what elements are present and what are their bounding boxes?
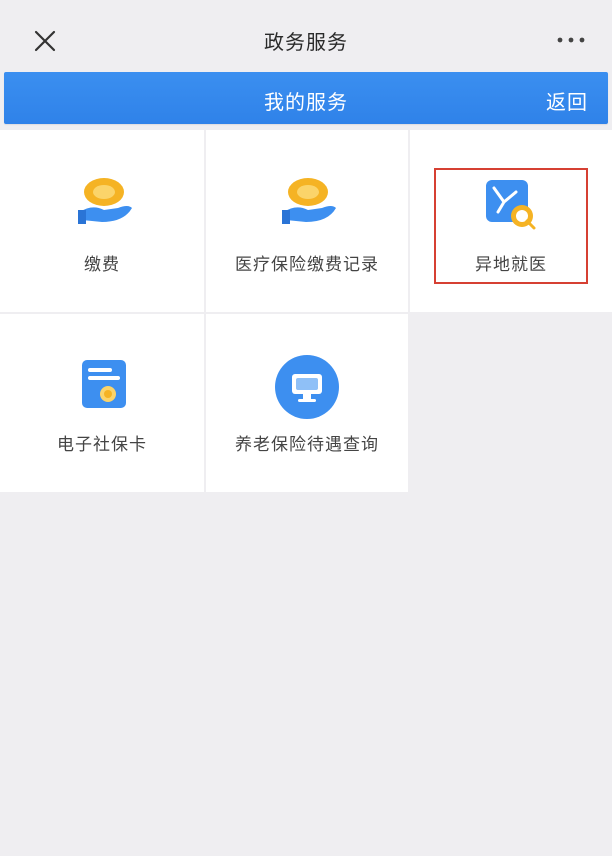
service-tile-medical-record[interactable]: 医疗保险缴费记录 bbox=[206, 130, 408, 312]
window-title: 政务服务 bbox=[264, 30, 348, 54]
service-tile-social-card[interactable]: 电子社保卡 bbox=[0, 314, 204, 492]
hand-coin-icon bbox=[78, 178, 132, 224]
service-tile-pension-query[interactable]: 养老保险待遇查询 bbox=[206, 314, 408, 492]
service-label: 医疗保险缴费记录 bbox=[235, 255, 379, 275]
window-titlebar: 政务服务 bbox=[0, 0, 612, 72]
service-label: 电子社保卡 bbox=[57, 435, 147, 455]
hand-coin-icon bbox=[282, 178, 336, 224]
monitor-circle-icon bbox=[275, 355, 339, 419]
more-button[interactable] bbox=[552, 30, 592, 50]
header-title: 我的服务 bbox=[264, 90, 348, 114]
service-tile-offsite-medical[interactable]: 异地就医 bbox=[410, 130, 612, 312]
service-tile-payment[interactable]: 缴费 bbox=[0, 130, 204, 312]
more-icon bbox=[557, 37, 585, 43]
medical-search-icon bbox=[486, 180, 536, 230]
header-back-button[interactable]: 返回 bbox=[546, 86, 588, 115]
service-label: 养老保险待遇查询 bbox=[235, 435, 379, 455]
service-label: 异地就医 bbox=[475, 255, 547, 275]
service-grid: 缴费 医疗保险缴费记录 异地就医 电子社保卡 养老保险待遇查询 bbox=[0, 130, 612, 492]
service-label: 缴费 bbox=[84, 255, 120, 275]
service-header: 我的服务 返回 bbox=[4, 72, 608, 124]
card-icon bbox=[82, 360, 126, 408]
